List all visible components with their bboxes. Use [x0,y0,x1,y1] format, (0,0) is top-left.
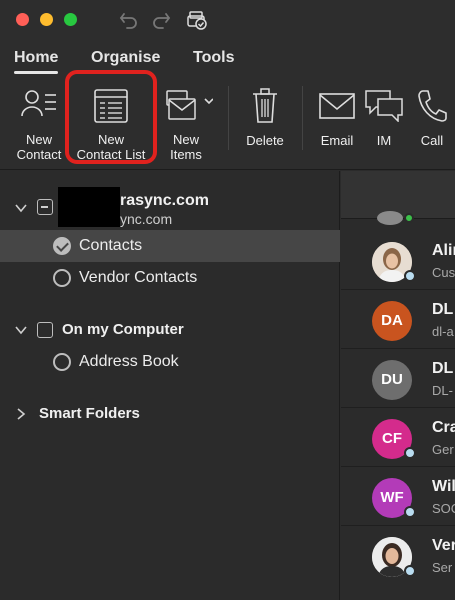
contact-row[interactable]: CF Cra Ger [341,409,455,467]
undo-icon[interactable] [118,9,140,31]
on-my-computer-checkbox[interactable] [37,322,53,338]
on-my-computer-row[interactable]: On my Computer [0,314,340,346]
title-bar [0,0,455,40]
contact-subtitle: Ger [432,442,454,457]
new-contact-label-1: New [25,132,52,147]
im-label: IM [376,133,392,148]
close-window-button[interactable] [16,13,29,26]
account-checkbox[interactable] [37,199,53,215]
contact-row[interactable]: DU DL DL- [341,350,455,408]
new-contact-label-2: Contact [16,147,62,162]
avatar: DA [372,301,412,341]
new-items-button[interactable]: New Items [158,76,214,170]
new-items-label-2: Items [170,147,202,162]
contacts-checked-radio[interactable] [53,237,71,255]
envelope-icon [319,93,355,119]
smart-folders-label: Smart Folders [39,405,140,422]
delete-label: Delete [246,133,284,148]
ribbon-divider [302,86,303,150]
email-button[interactable]: Email [314,76,360,170]
contact-name: Ver [432,537,455,554]
presence-unknown-icon [404,565,416,577]
avatar [377,211,403,225]
redo-icon[interactable] [150,9,172,31]
contact-list-pane: Alin Cus DA DL dl-a DU DL DL- CF Cra Ger… [341,171,455,600]
contact-name: Alin [432,242,455,259]
new-contact-button[interactable]: New Contact [10,76,68,170]
presence-available-icon [404,213,414,223]
folder-vendor-contacts[interactable]: Vendor Contacts [0,262,340,294]
presence-unknown-icon [404,447,416,459]
address-book-radio[interactable] [53,353,71,371]
avatar: DU [372,360,412,400]
chevron-down-icon[interactable] [14,323,28,337]
tab-tools[interactable]: Tools [193,49,234,67]
call-label: Call [420,133,444,148]
call-button[interactable]: Call [412,76,452,170]
delete-button[interactable]: Delete [240,76,290,170]
trash-icon [253,88,277,123]
im-button[interactable]: IM [364,76,404,170]
account-name: rasync.com [120,192,209,209]
chevron-right-icon[interactable] [14,407,28,421]
contact-row[interactable]: WF Wil SOC [341,468,455,526]
new-items-label-1: New [172,132,199,147]
email-label: Email [320,133,354,148]
contact-list-header [341,171,455,225]
vendor-contacts-radio[interactable] [53,269,71,287]
contact-row[interactable]: DA DL dl-a [341,291,455,349]
smart-folders-row[interactable]: Smart Folders [0,398,340,430]
new-items-icon [166,90,213,120]
tab-organise[interactable]: Organise [91,49,160,67]
contact-subtitle: SOC [432,501,455,516]
minimize-window-button[interactable] [40,13,53,26]
contact-name: Cra [432,419,455,436]
contact-subtitle: Ser [432,560,453,575]
account-row[interactable]: rasync.com ync.com [0,191,340,235]
new-contact-icon [21,90,56,117]
chevron-down-icon[interactable] [14,201,28,215]
sync-status-icon[interactable] [186,9,208,31]
contact-subtitle: DL- [432,383,453,398]
on-my-computer-label: On my Computer [62,321,184,338]
contact-row[interactable]: Ver Ser [341,527,455,600]
folder-vendor-contacts-label: Vendor Contacts [79,269,198,286]
folder-contacts-label: Contacts [79,237,143,254]
annotation-highlight-box [65,70,157,164]
redaction-block [58,187,120,227]
contact-name: DL [432,301,454,318]
contact-subtitle: Cus [432,265,455,280]
contact-name: Wil [432,478,455,495]
ribbon-divider [228,86,229,150]
contact-row[interactable]: Alin Cus [341,232,455,290]
contact-subtitle: dl-a [432,324,454,339]
presence-unknown-icon [404,270,416,282]
chat-bubbles-icon [365,90,403,122]
ribbon-tabs: Home Organise Tools [0,40,455,76]
phone-icon [418,90,447,122]
zoom-window-button[interactable] [64,13,77,26]
folder-address-book-label: Address Book [79,353,179,370]
folder-address-book[interactable]: Address Book [0,346,340,378]
account-email: ync.com [120,211,173,227]
presence-unknown-icon [404,506,416,518]
folder-contacts[interactable]: Contacts [0,230,340,262]
folder-sidebar: rasync.com ync.com Contacts Vendor Conta… [0,171,340,600]
contact-name: DL [432,360,454,377]
tab-home[interactable]: Home [14,49,59,74]
